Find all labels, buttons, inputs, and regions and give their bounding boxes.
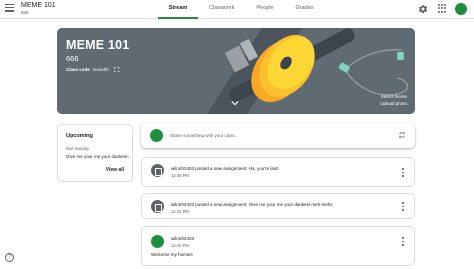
share-input[interactable]: Share something with your class...	[170, 133, 239, 138]
class-code: tsxnehb	[93, 67, 109, 72]
assignment-icon	[151, 164, 164, 177]
select-theme-link[interactable]: Select theme	[381, 94, 407, 99]
tab-people[interactable]: People	[245, 0, 284, 19]
avatar	[151, 235, 164, 248]
upcoming-item-link[interactable]: Give me your me your dankest meh-mehs	[66, 154, 129, 159]
tab-stream[interactable]: Stream	[158, 0, 198, 19]
tab-grades[interactable]: Grades	[285, 0, 325, 19]
class-code-label: Class code	[66, 67, 90, 72]
share-box[interactable]: Share something with your class...	[141, 123, 415, 148]
post-time: 12:43 PM	[171, 209, 189, 214]
repost-icon[interactable]	[398, 131, 406, 139]
class-section: 666	[21, 10, 29, 15]
more-options-icon[interactable]	[401, 202, 405, 211]
banner-class-section: 666	[66, 54, 79, 63]
post-time: 12:40 PM	[171, 242, 189, 248]
more-options-icon[interactable]	[401, 237, 405, 246]
class-title[interactable]: MEME 101	[21, 2, 56, 9]
apps-icon[interactable]	[438, 4, 447, 13]
chevron-down-icon[interactable]	[231, 100, 239, 106]
assignment-icon	[151, 200, 164, 213]
fullscreen-icon[interactable]	[114, 66, 120, 73]
class-tabs: Stream Classwork People Grades	[158, 0, 325, 19]
upload-photo-link[interactable]: Upload photo	[380, 101, 407, 106]
stream-post: wilroth2403 12:40 PM Welcome my homies	[141, 226, 415, 266]
upcoming-title: Upcoming	[66, 133, 93, 139]
stream-post[interactable]: wilroth2403 posted a new assignment: Giv…	[141, 193, 415, 219]
gear-icon[interactable]	[418, 4, 428, 14]
view-all-button[interactable]: View all	[106, 167, 124, 173]
banner-class-title: MEME 101	[66, 38, 130, 52]
post-author: wilroth2403	[171, 236, 195, 241]
class-banner: MEME 101 666 Class code tsxnehb Select t…	[57, 28, 415, 114]
post-title[interactable]: wilroth2403 posted a new assignment: Giv…	[171, 202, 333, 207]
top-app-bar: MEME 101 666 Stream Classwork People Gra…	[0, 0, 474, 19]
avatar	[150, 129, 163, 142]
post-time: 12:46 PM	[171, 173, 189, 178]
account-avatar[interactable]	[455, 3, 467, 15]
upcoming-card: Upcoming Due Sunday Give me your me your…	[57, 124, 133, 182]
stream-post[interactable]: wilroth2403 posted a new assignment: Ha,…	[141, 157, 415, 187]
upcoming-due-date: Due Sunday	[66, 146, 90, 151]
more-options-icon[interactable]	[401, 168, 405, 177]
help-icon[interactable]: ?	[5, 253, 14, 262]
tab-classwork[interactable]: Classwork	[198, 0, 245, 19]
post-body: Welcome my homies	[151, 252, 193, 257]
menu-icon[interactable]	[5, 4, 14, 12]
post-title[interactable]: wilroth2403 posted a new assignment: Ha,…	[171, 166, 279, 171]
